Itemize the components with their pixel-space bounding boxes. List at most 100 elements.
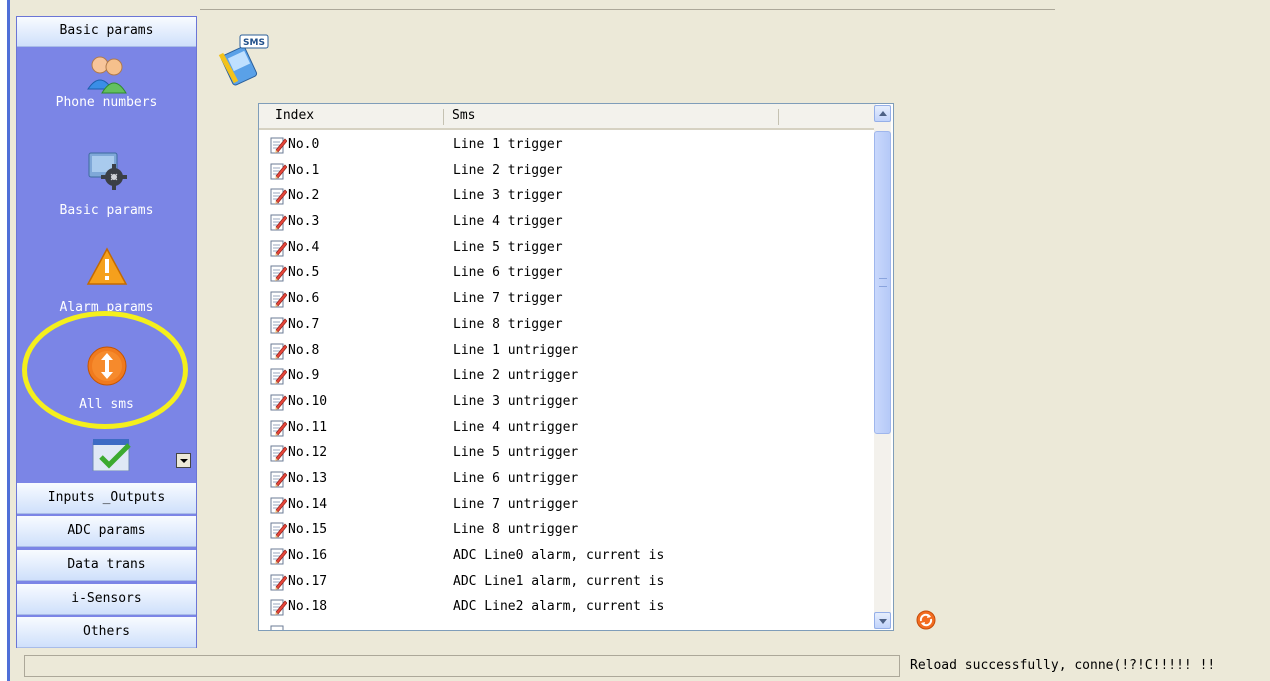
row-sms: Line 7 untrigger	[453, 496, 579, 512]
group-header-data-trans[interactable]: Data trans	[17, 550, 196, 581]
row-sms: Line 6 trigger	[453, 265, 563, 281]
row-index: No.1	[288, 162, 320, 178]
edit-note-icon	[270, 420, 287, 437]
row-index: No.18	[288, 599, 328, 615]
row-sms: Line 6 untrigger	[453, 470, 579, 486]
list-rows: No.0 Line 1 trigger No.1 Line 2 trigger No.2…	[259, 134, 876, 630]
row-sms: Line 3 untrigger	[453, 393, 579, 409]
edit-note-icon	[270, 137, 287, 154]
row-sms: Line 4 trigger	[453, 214, 563, 230]
list-item[interactable]: No.0 Line 1 trigger	[259, 134, 876, 160]
row-sms: Line 1 trigger	[453, 137, 563, 152]
group-header-basic-params[interactable]: Basic params	[17, 17, 196, 47]
list-item[interactable]: No.7 Line 8 trigger	[259, 314, 876, 340]
settings-gear-icon	[88, 152, 127, 190]
list-item[interactable]: No.3 Line 4 trigger	[259, 211, 876, 237]
row-sms: Line 2 trigger	[453, 162, 563, 178]
edit-note-icon	[270, 548, 287, 565]
list-item[interactable]: No.10 Line 3 untrigger	[259, 391, 876, 417]
row-sms: Line 4 untrigger	[453, 419, 579, 435]
scroll-down-button[interactable]	[874, 612, 891, 629]
column-header-sms[interactable]: Sms	[452, 104, 475, 128]
list-item[interactable]: No.9 Line 2 untrigger	[259, 365, 876, 391]
scroll-up-button[interactable]	[874, 105, 891, 122]
edit-note-icon	[270, 497, 287, 514]
row-sms: ADC Line1 alarm, current is	[453, 573, 665, 589]
calendar-check-icon[interactable]	[91, 437, 135, 471]
list-item[interactable]: No.11 Line 4 untrigger	[259, 417, 876, 443]
edit-note-icon	[270, 522, 287, 539]
sidebar-item-phone-numbers[interactable]: Phone numbers	[17, 49, 196, 144]
row-sms: Line 5 trigger	[453, 239, 563, 255]
warning-icon	[86, 247, 128, 285]
sms-list[interactable]: Index Sms No.0 Line 1 trigger No.1 Line 2 t…	[258, 103, 894, 631]
sms-arrows-icon	[87, 346, 127, 386]
list-item[interactable]: No.12 Line 5 untrigger	[259, 442, 876, 468]
edit-note-icon	[270, 214, 287, 231]
edit-note-icon	[270, 188, 287, 205]
edit-note-icon	[270, 445, 287, 462]
edit-note-icon	[270, 368, 287, 385]
column-header-index[interactable]: Index	[275, 104, 314, 128]
list-item[interactable]: No.5 Line 6 trigger	[259, 262, 876, 288]
row-sms: Line 8 trigger	[453, 316, 563, 332]
row-index: No.9	[288, 368, 320, 384]
row-index: No.16	[288, 548, 328, 563]
edit-note-icon	[270, 240, 287, 257]
list-item[interactable]: No.16 ADC Line0 alarm, current is	[259, 545, 876, 571]
sidebar: Basic params Phone numbers Basic params	[16, 16, 197, 648]
group-header-inputs-outputs[interactable]: Inputs _Outputs	[17, 483, 196, 514]
group-header-others[interactable]: Others	[17, 617, 196, 648]
row-index: No.6	[288, 291, 320, 307]
sidebar-item-label: Basic params	[59, 203, 154, 218]
row-sms: Line 1 untrigger	[453, 342, 579, 358]
list-item-partial[interactable]	[259, 622, 876, 630]
row-index: No.0	[288, 137, 320, 152]
list-item[interactable]: No.6 Line 7 trigger	[259, 288, 876, 314]
sidebar-item-basic-params[interactable]: Basic params	[17, 145, 196, 240]
sidebar-item-all-sms[interactable]: All sms	[17, 341, 196, 436]
list-item[interactable]: No.14 Line 7 untrigger	[259, 494, 876, 520]
svg-text:SMS: SMS	[243, 38, 265, 48]
row-index: No.13	[288, 470, 328, 486]
group-header-i-sensors[interactable]: i-Sensors	[17, 584, 196, 615]
vertical-scrollbar[interactable]	[874, 105, 891, 629]
row-index: No.12	[288, 445, 328, 461]
row-index: No.5	[288, 265, 320, 281]
list-item[interactable]: No.4 Line 5 trigger	[259, 237, 876, 263]
list-item[interactable]: No.15 Line 8 untrigger	[259, 519, 876, 545]
scroll-thumb[interactable]	[874, 131, 891, 434]
list-header: Index Sms	[259, 104, 876, 130]
list-item[interactable]: No.8 Line 1 untrigger	[259, 340, 876, 366]
row-index: No.7	[288, 316, 320, 332]
edit-note-icon	[270, 471, 287, 488]
users-icon	[87, 56, 127, 94]
row-sms: Line 3 trigger	[453, 188, 563, 204]
row-index: No.8	[288, 342, 320, 358]
list-item[interactable]: No.18 ADC Line2 alarm, current is	[259, 596, 876, 622]
list-item[interactable]: No.17 ADC Line1 alarm, current is	[259, 571, 876, 597]
row-sms: Line 5 untrigger	[453, 445, 579, 461]
row-sms: Line 8 untrigger	[453, 522, 579, 538]
edit-note-icon	[270, 574, 287, 591]
row-sms: ADC Line0 alarm, current is	[453, 548, 665, 563]
row-index: No.14	[288, 496, 328, 512]
edit-note-icon	[270, 291, 287, 308]
window-left-edge	[0, 0, 10, 681]
row-index: No.10	[288, 393, 328, 409]
list-item[interactable]: No.2 Line 3 trigger	[259, 185, 876, 211]
refresh-icon[interactable]	[916, 610, 936, 630]
group-header-adc-params[interactable]: ADC params	[17, 516, 196, 547]
edit-note-icon	[270, 163, 287, 180]
list-item[interactable]: No.13 Line 6 untrigger	[259, 468, 876, 494]
row-index: No.15	[288, 522, 328, 538]
sidebar-item-alarm-params[interactable]: Alarm params	[17, 242, 196, 337]
row-sms: Line 2 untrigger	[453, 368, 579, 384]
sidebar-scroll-down-button[interactable]	[176, 453, 191, 468]
edit-note-icon	[270, 625, 284, 630]
list-item[interactable]: No.1 Line 2 trigger	[259, 160, 876, 186]
edit-note-icon	[270, 394, 287, 411]
row-sms: Line 7 trigger	[453, 291, 563, 307]
row-index: No.3	[288, 214, 320, 230]
edit-note-icon	[270, 265, 287, 282]
